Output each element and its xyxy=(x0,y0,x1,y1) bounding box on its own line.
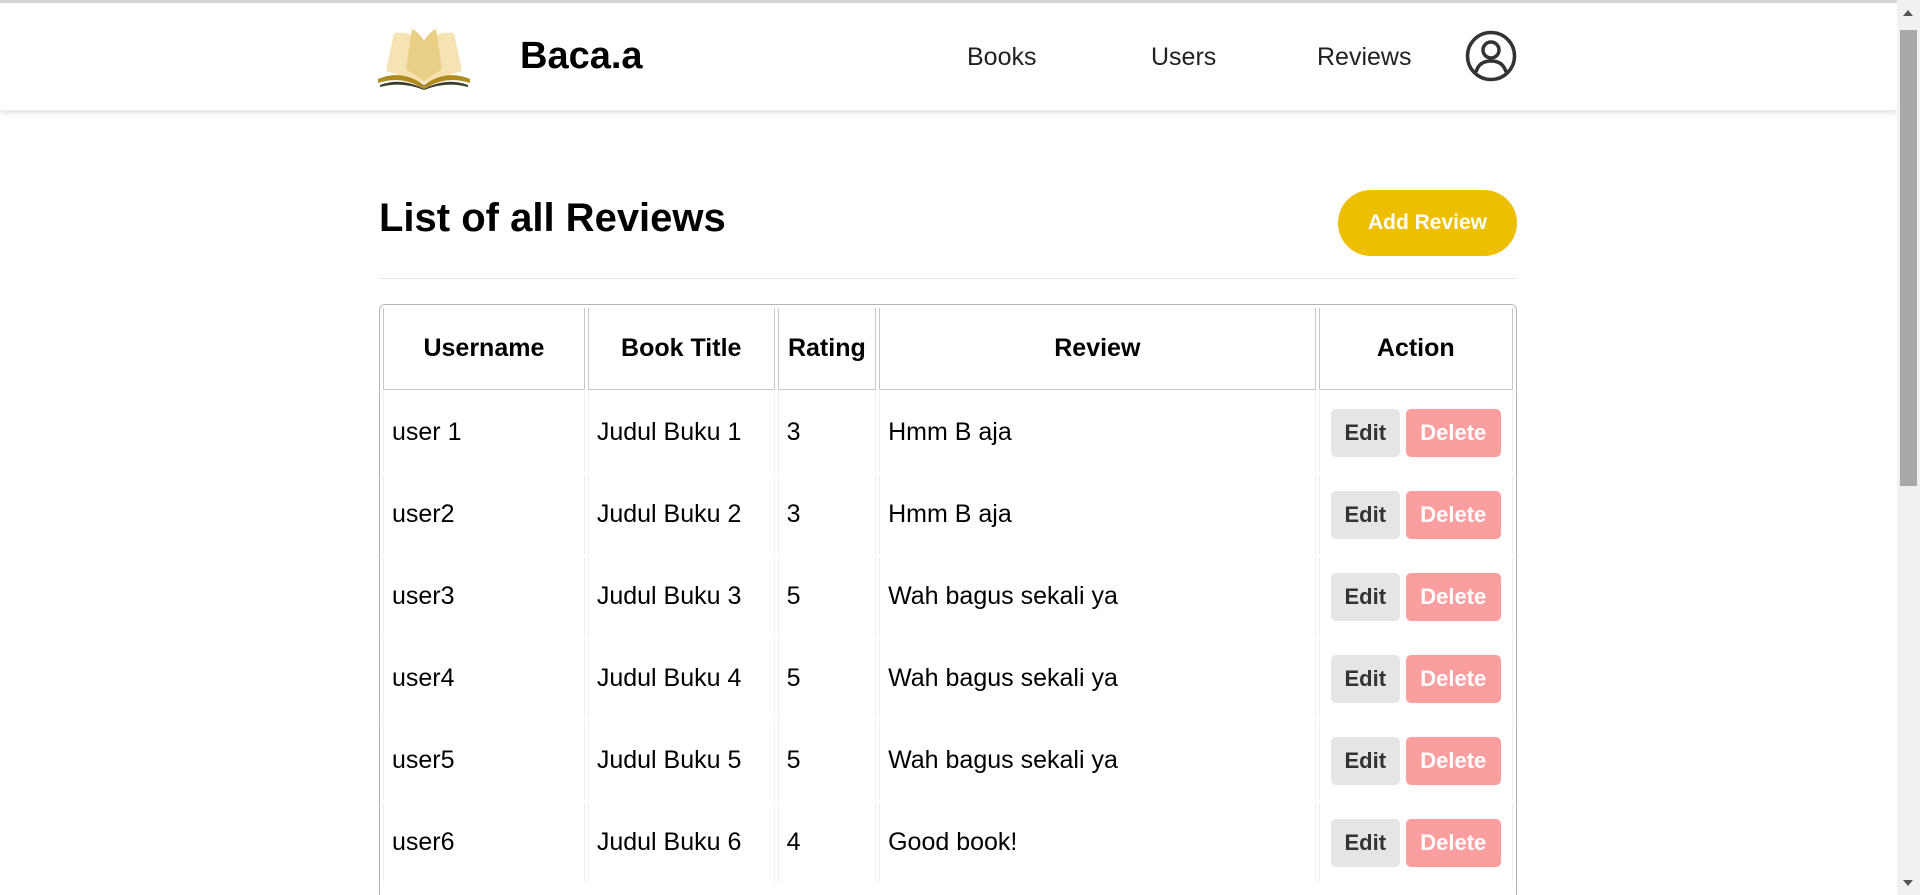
table-row: user4 Judul Buku 4 5 Wah bagus sekali ya… xyxy=(383,639,1513,718)
column-header-rating[interactable]: Rating xyxy=(777,308,877,390)
cell-action: Edit Delete xyxy=(1318,639,1513,718)
cell-action: Edit Delete xyxy=(1318,393,1513,472)
table-row: user2 Judul Buku 2 3 Hmm B aja Edit Delet… xyxy=(383,475,1513,554)
delete-button[interactable]: Delete xyxy=(1405,654,1501,703)
table-body: user 1 Judul Buku 1 3 Hmm B aja Edit Dele… xyxy=(383,393,1513,882)
nav-link-reviews[interactable]: Reviews xyxy=(1317,43,1411,72)
column-header-review[interactable]: Review xyxy=(879,308,1316,390)
scroll-down-arrow-icon[interactable] xyxy=(1903,880,1913,886)
cell-username: user4 xyxy=(383,639,585,718)
table-row: user 1 Judul Buku 1 3 Hmm B aja Edit Dele… xyxy=(383,393,1513,472)
column-header-action: Action xyxy=(1318,308,1513,390)
scrollbar-thumb[interactable] xyxy=(1900,30,1917,486)
edit-button[interactable]: Edit xyxy=(1330,654,1400,703)
cell-review: Good book! xyxy=(879,803,1316,882)
delete-button[interactable]: Delete xyxy=(1405,408,1501,457)
delete-button[interactable]: Delete xyxy=(1405,818,1501,867)
brand-name[interactable]: Baca.a xyxy=(520,35,643,78)
cell-book-title: Judul Buku 3 xyxy=(587,557,775,636)
page-title: List of all Reviews xyxy=(379,196,726,240)
add-review-button[interactable]: Add Review xyxy=(1338,190,1517,256)
cell-book-title: Judul Buku 1 xyxy=(587,393,775,472)
cell-review: Hmm B aja xyxy=(879,475,1316,554)
column-header-username[interactable]: Username xyxy=(383,308,585,390)
cell-action: Edit Delete xyxy=(1318,475,1513,554)
edit-button[interactable]: Edit xyxy=(1330,572,1400,621)
cell-action: Edit Delete xyxy=(1318,557,1513,636)
cell-rating: 5 xyxy=(777,639,877,718)
scroll-up-arrow-icon[interactable] xyxy=(1903,10,1913,16)
table-row: user3 Judul Buku 3 5 Wah bagus sekali ya… xyxy=(383,557,1513,636)
cell-action: Edit Delete xyxy=(1318,721,1513,800)
cell-rating: 3 xyxy=(777,475,877,554)
cell-rating: 5 xyxy=(777,721,877,800)
cell-review: Wah bagus sekali ya xyxy=(879,721,1316,800)
cell-review: Hmm B aja xyxy=(879,393,1316,472)
table-header-row: Username Book Title Rating Review Action xyxy=(383,308,1513,390)
reviews-table-container: Username Book Title Rating Review Action… xyxy=(379,304,1517,895)
table-row: user6 Judul Buku 6 4 Good book! Edit Dele… xyxy=(383,803,1513,882)
cell-action: Edit Delete xyxy=(1318,803,1513,882)
edit-button[interactable]: Edit xyxy=(1330,408,1400,457)
cell-book-title: Judul Buku 4 xyxy=(587,639,775,718)
edit-button[interactable]: Edit xyxy=(1330,736,1400,785)
column-header-book-title[interactable]: Book Title xyxy=(587,308,775,390)
cell-book-title: Judul Buku 6 xyxy=(587,803,775,882)
cell-username: user 1 xyxy=(383,393,585,472)
cell-rating: 3 xyxy=(777,393,877,472)
cell-book-title: Judul Buku 2 xyxy=(587,475,775,554)
delete-button[interactable]: Delete xyxy=(1405,572,1501,621)
delete-button[interactable]: Delete xyxy=(1405,490,1501,539)
user-circle-icon[interactable] xyxy=(1465,30,1517,82)
cell-book-title: Judul Buku 5 xyxy=(587,721,775,800)
cell-username: user5 xyxy=(383,721,585,800)
edit-button[interactable]: Edit xyxy=(1330,490,1400,539)
edit-button[interactable]: Edit xyxy=(1330,818,1400,867)
table-row: user5 Judul Buku 5 5 Wah bagus sekali ya… xyxy=(383,721,1513,800)
cell-rating: 5 xyxy=(777,557,877,636)
title-divider xyxy=(379,278,1517,279)
vertical-scrollbar[interactable] xyxy=(1897,0,1920,895)
cell-rating: 4 xyxy=(777,803,877,882)
reviews-table: Username Book Title Rating Review Action… xyxy=(380,305,1516,885)
nav-link-users[interactable]: Users xyxy=(1151,43,1216,72)
open-book-logo-icon[interactable] xyxy=(376,25,472,90)
cell-username: user6 xyxy=(383,803,585,882)
cell-username: user3 xyxy=(383,557,585,636)
cell-review: Wah bagus sekali ya xyxy=(879,557,1316,636)
navbar: Baca.a Books Users Reviews xyxy=(0,3,1897,110)
cell-username: user2 xyxy=(383,475,585,554)
nav-link-books[interactable]: Books xyxy=(967,43,1036,72)
cell-review: Wah bagus sekali ya xyxy=(879,639,1316,718)
delete-button[interactable]: Delete xyxy=(1405,736,1501,785)
